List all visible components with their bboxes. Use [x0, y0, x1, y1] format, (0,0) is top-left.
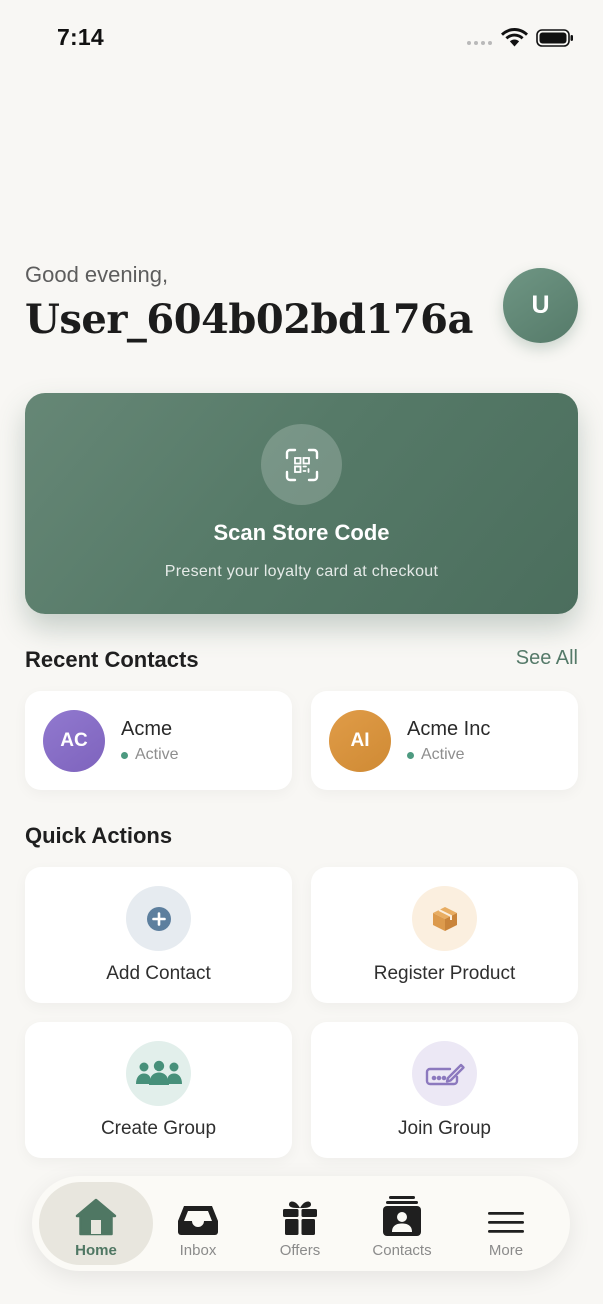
contact-status-label: Active — [135, 746, 179, 763]
inbox-icon — [177, 1190, 219, 1236]
contact-avatar: AC — [43, 710, 105, 772]
profile-avatar[interactable]: U — [503, 268, 578, 343]
status-dot-icon — [407, 751, 414, 759]
action-label: Create Group — [100, 1118, 217, 1139]
greeting-text: Good evening, — [25, 262, 169, 287]
box-icon — [412, 886, 477, 951]
group-icon — [126, 1041, 191, 1106]
contact-card-acme[interactable]: AC Acme Active — [25, 691, 292, 790]
contact-status: Active — [121, 746, 179, 764]
tab-offers[interactable]: Offers — [266, 1182, 334, 1265]
tab-home[interactable]: Home — [39, 1182, 153, 1265]
username-heading: User_604b02bd176a — [25, 296, 473, 343]
cellular-signal-icon — [467, 41, 492, 45]
contacts-icon — [383, 1190, 421, 1236]
action-label: Join Group — [398, 1118, 491, 1139]
see-all-link[interactable]: See All — [516, 647, 578, 670]
tab-label: Contacts — [372, 1242, 432, 1259]
bottom-tab-bar: Home Inbox Offers Contacts More — [32, 1176, 570, 1271]
action-label: Register Product — [373, 963, 516, 984]
contact-card-acme-inc[interactable]: AI Acme Inc Active — [311, 691, 578, 790]
contact-name: Acme — [121, 718, 173, 740]
recent-contacts-title: Recent Contacts — [25, 647, 199, 672]
status-time: 7:14 — [57, 24, 104, 50]
create-group-button[interactable]: Create Group — [25, 1022, 292, 1158]
contact-avatar: AI — [329, 710, 391, 772]
battery-icon — [536, 29, 573, 47]
status-bar: 7:14 — [0, 0, 603, 80]
contact-name: Acme Inc — [407, 718, 491, 740]
add-contact-button[interactable]: Add Contact — [25, 867, 292, 1003]
tab-label: More — [488, 1242, 524, 1259]
scan-card-title: Scan Store Code — [213, 520, 390, 545]
tab-label: Offers — [279, 1242, 321, 1259]
plus-circle-icon — [126, 886, 191, 951]
contact-status-label: Active — [421, 746, 465, 763]
qr-scan-icon — [261, 424, 342, 505]
ticket-pen-icon — [412, 1041, 477, 1106]
tab-label: Inbox — [179, 1242, 217, 1259]
home-icon — [74, 1190, 118, 1236]
tab-contacts[interactable]: Contacts — [362, 1182, 442, 1265]
register-product-button[interactable]: Register Product — [311, 867, 578, 1003]
gift-icon — [282, 1190, 318, 1236]
scan-card-subtitle: Present your loyalty card at checkout — [164, 563, 439, 580]
contact-status: Active — [407, 746, 465, 764]
wifi-icon — [501, 28, 528, 47]
tab-inbox[interactable]: Inbox — [164, 1182, 232, 1265]
join-group-button[interactable]: Join Group — [311, 1022, 578, 1158]
action-label: Add Contact — [106, 963, 211, 984]
tab-more[interactable]: More — [472, 1182, 540, 1265]
status-dot-icon — [121, 751, 128, 759]
scan-store-code-card[interactable]: Scan Store Code Present your loyalty car… — [25, 393, 578, 614]
quick-actions-title: Quick Actions — [25, 823, 173, 848]
menu-icon — [487, 1190, 525, 1236]
tab-label: Home — [75, 1242, 117, 1259]
